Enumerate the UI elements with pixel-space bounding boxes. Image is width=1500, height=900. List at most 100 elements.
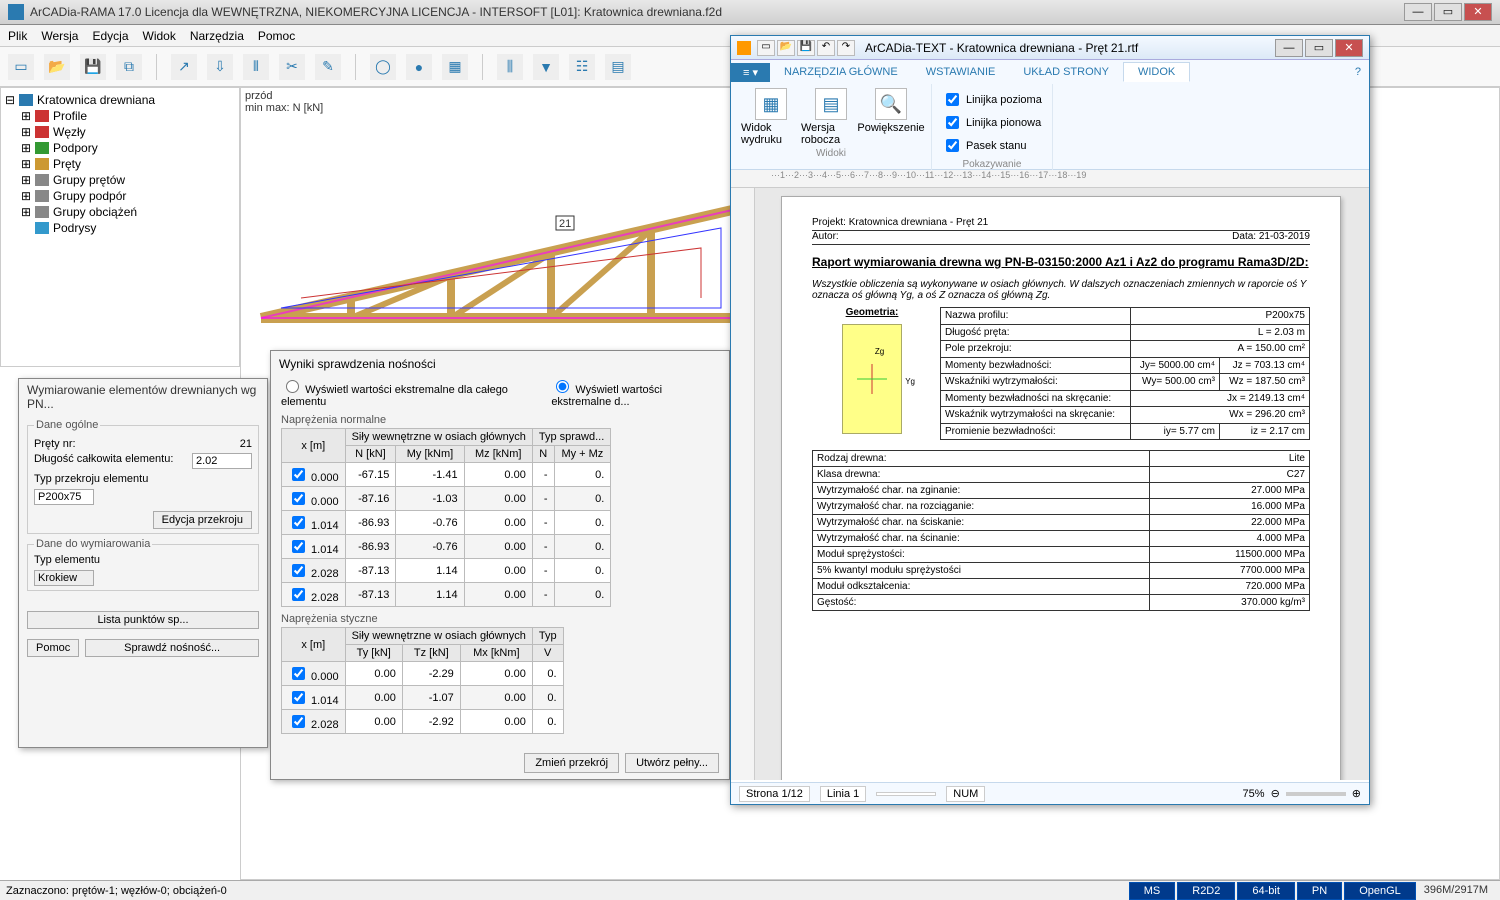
textwin-maximize-button[interactable]: ▭ bbox=[1305, 39, 1333, 57]
qat-open-icon[interactable]: 📂 bbox=[777, 40, 795, 56]
table-row[interactable]: 2.0280.00-2.920.000. bbox=[282, 710, 564, 734]
minimize-button[interactable]: — bbox=[1404, 3, 1432, 21]
zoom-value: 75% bbox=[1243, 788, 1265, 800]
badge-r2d2[interactable]: R2D2 bbox=[1177, 882, 1235, 900]
vertical-ruler bbox=[731, 188, 755, 780]
dlugosc-input[interactable] bbox=[192, 453, 252, 469]
pasek-stanu-check[interactable]: Pasek stanu bbox=[942, 134, 1042, 157]
zmien-przekroj-button[interactable]: Zmień przekrój bbox=[524, 753, 619, 773]
table-row[interactable]: 0.000-87.16-1.030.00-0. bbox=[282, 487, 611, 511]
table-row[interactable]: 2.028-87.131.140.00-0. bbox=[282, 583, 611, 607]
wyniki-dialog: Wyniki sprawdzenia nośności Wyświetl war… bbox=[270, 350, 730, 780]
tool-icon-1[interactable]: ↗ bbox=[171, 54, 197, 80]
widok-wydruku-button[interactable]: ▦Widok wydruku bbox=[741, 88, 801, 146]
table-row[interactable]: 0.0000.00-2.290.000. bbox=[282, 662, 564, 686]
dialog1-title: Wymiarowanie elementów drewnianych wg PN… bbox=[19, 379, 267, 415]
document-page: Projekt: Kratownica drewniana - Pręt 21 … bbox=[781, 196, 1341, 780]
file-tab[interactable]: ≡ ▾ bbox=[731, 63, 770, 82]
menu-wersja[interactable]: Wersja bbox=[41, 29, 78, 43]
tab-widok[interactable]: WIDOK bbox=[1123, 62, 1190, 82]
qat-new-icon[interactable]: ▭ bbox=[757, 40, 775, 56]
textwin-close-button[interactable]: ✕ bbox=[1335, 39, 1363, 57]
menu-edycja[interactable]: Edycja bbox=[92, 29, 128, 43]
status-linia: Linia 1 bbox=[820, 786, 866, 802]
linijka-pionowa-check[interactable]: Linijka pionowa bbox=[942, 111, 1042, 134]
menu-narzedzia[interactable]: Narzędzia bbox=[190, 29, 244, 43]
tree-item-grupy-obciazen[interactable]: ⊞Grupy obciążeń bbox=[21, 204, 235, 220]
wymiarowanie-dialog: Wymiarowanie elementów drewnianych wg PN… bbox=[18, 378, 268, 748]
tree-item-grupy-podpor[interactable]: ⊞Grupy podpór bbox=[21, 188, 235, 204]
radio-caly-element[interactable]: Wyświetl wartości ekstremalne dla całego… bbox=[281, 377, 521, 408]
grid-icon[interactable]: ▦ bbox=[442, 54, 468, 80]
save-icon[interactable]: 💾 bbox=[80, 54, 106, 80]
qat-save-icon[interactable]: 💾 bbox=[797, 40, 815, 56]
tab-uklad[interactable]: UKŁAD STRONY bbox=[1009, 63, 1123, 81]
badge-ms[interactable]: MS bbox=[1129, 882, 1176, 900]
copy-icon[interactable]: ⧉ bbox=[116, 54, 142, 80]
menu-widok[interactable]: Widok bbox=[143, 29, 176, 43]
svg-text:21: 21 bbox=[559, 218, 571, 230]
table-icon-2[interactable]: ▤ bbox=[605, 54, 631, 80]
table-row[interactable]: 0.000-67.15-1.410.00-0. bbox=[282, 463, 611, 487]
status-num: NUM bbox=[946, 786, 985, 802]
tool-icon-4[interactable]: ✂ bbox=[279, 54, 305, 80]
table-row[interactable]: 1.0140.00-1.070.000. bbox=[282, 686, 564, 710]
section-diagram: Zg Yg bbox=[842, 324, 902, 434]
maximize-button[interactable]: ▭ bbox=[1434, 3, 1462, 21]
tab-wstawianie[interactable]: WSTAWIANIE bbox=[912, 63, 1010, 81]
prety-value: 21 bbox=[240, 438, 252, 450]
tree-item-profile[interactable]: ⊞Profile bbox=[21, 108, 235, 124]
tool-icon-2[interactable]: ⇩ bbox=[207, 54, 233, 80]
circle-icon[interactable]: ◯ bbox=[370, 54, 396, 80]
edycja-przekroju-button[interactable]: Edycja przekroju bbox=[153, 511, 252, 529]
help-icon[interactable]: ? bbox=[1355, 66, 1361, 78]
badge-opengl[interactable]: OpenGL bbox=[1344, 882, 1416, 900]
typ-elementu-input[interactable] bbox=[34, 570, 94, 586]
table-row[interactable]: 1.014-86.93-0.760.00-0. bbox=[282, 511, 611, 535]
tree-item-podpory[interactable]: ⊞Podpory bbox=[21, 140, 235, 156]
tree-item-grupy-pretow[interactable]: ⊞Grupy prętów bbox=[21, 172, 235, 188]
arcadia-text-window: ▭ 📂 💾 ↶ ↷ ArCADia-TEXT - Kratownica drew… bbox=[730, 35, 1370, 805]
zoom-slider[interactable] bbox=[1286, 792, 1346, 796]
qat-redo-icon[interactable]: ↷ bbox=[837, 40, 855, 56]
tree-root[interactable]: ⊟Kratownica drewniana bbox=[5, 92, 235, 108]
naprezenia-styczne-table: x [m]Siły wewnętrzne w osiach głównychTy… bbox=[281, 627, 564, 734]
tool-icon-5[interactable]: ✎ bbox=[315, 54, 341, 80]
textwin-app-icon bbox=[737, 41, 751, 55]
tree-item-podrysy[interactable]: Podrysy bbox=[21, 220, 235, 236]
status-strona: Strona 1/12 bbox=[739, 786, 810, 802]
menu-plik[interactable]: Plik bbox=[8, 29, 27, 43]
new-icon[interactable]: ▭ bbox=[8, 54, 34, 80]
open-icon[interactable]: 📂 bbox=[44, 54, 70, 80]
lista-punktow-button[interactable]: Lista punktów sp... bbox=[27, 611, 259, 629]
tool-icon-3[interactable]: ⫴ bbox=[243, 54, 269, 80]
menu-pomoc[interactable]: Pomoc bbox=[258, 29, 295, 43]
close-button[interactable]: ✕ bbox=[1464, 3, 1492, 21]
badge-pn[interactable]: PN bbox=[1297, 882, 1342, 900]
zoom-in-button[interactable]: ⊕ bbox=[1352, 787, 1361, 800]
qat-undo-icon[interactable]: ↶ bbox=[817, 40, 835, 56]
radio-ekstremalne[interactable]: Wyświetl wartości ekstremalne d... bbox=[551, 377, 719, 408]
funnel-icon[interactable]: ▼ bbox=[533, 54, 559, 80]
tree-item-prety[interactable]: ⊞Pręty bbox=[21, 156, 235, 172]
tab-narzedzia[interactable]: NARZĘDZIA GŁÓWNE bbox=[770, 63, 912, 81]
przekroj-input[interactable] bbox=[34, 489, 94, 505]
linijka-pozioma-check[interactable]: Linijka pozioma bbox=[942, 88, 1042, 111]
zoom-out-button[interactable]: ⊖ bbox=[1271, 787, 1280, 800]
project-tree: ⊟Kratownica drewniana ⊞Profile ⊞Węzły ⊞P… bbox=[0, 87, 240, 367]
utworz-pelny-button[interactable]: Utwórz pełny... bbox=[625, 753, 719, 773]
pomoc-button[interactable]: Pomoc bbox=[27, 639, 79, 657]
main-statusbar: Zaznaczono: prętów-1; węzłów-0; obciążeń… bbox=[0, 880, 1500, 900]
tree-item-wezly[interactable]: ⊞Węzły bbox=[21, 124, 235, 140]
badge-64bit[interactable]: 64-bit bbox=[1237, 882, 1295, 900]
table-row[interactable]: 1.014-86.93-0.760.00-0. bbox=[282, 535, 611, 559]
textwin-minimize-button[interactable]: — bbox=[1275, 39, 1303, 57]
dot-icon[interactable]: ● bbox=[406, 54, 432, 80]
selection-status: Zaznaczono: prętów-1; węzłów-0; obciążeń… bbox=[6, 885, 227, 897]
bars-icon[interactable]: ⫼ bbox=[497, 54, 523, 80]
table-row[interactable]: 2.028-87.131.140.00-0. bbox=[282, 559, 611, 583]
sprawdz-nosnosc-button[interactable]: Sprawdź nośność... bbox=[85, 639, 259, 657]
table-icon-1[interactable]: ☷ bbox=[569, 54, 595, 80]
wersja-robocza-button[interactable]: ▤Wersja robocza bbox=[801, 88, 861, 146]
powiekszenie-button[interactable]: 🔍Powiększenie bbox=[861, 88, 921, 146]
